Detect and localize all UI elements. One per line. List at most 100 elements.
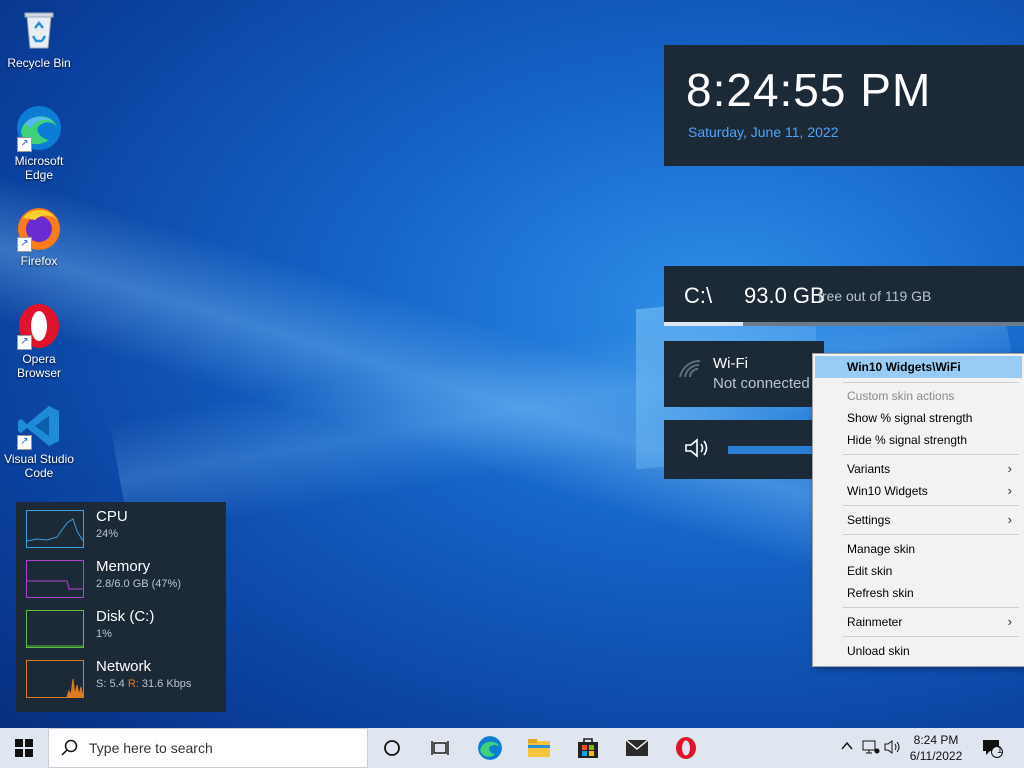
network-value: S: 5.4 R: 31.6 Kbps: [96, 678, 191, 690]
menu-item-label: Variants: [847, 462, 891, 476]
desktop-icon-label: Visual Studio: [4, 452, 74, 466]
perf-row-disk: Disk (C:) 1%: [16, 602, 226, 648]
menu-separator: [843, 607, 1019, 608]
cortana-button[interactable]: [368, 728, 416, 768]
perf-row-network: Network S: 5.4 R: 31.6 Kbps: [16, 652, 226, 698]
shortcut-arrow-icon: ↗: [17, 137, 32, 152]
taskbar-store-button[interactable]: [564, 728, 612, 768]
menu-item-refresh-skin[interactable]: Refresh skin: [815, 582, 1022, 604]
perf-row-memory: Memory 2.8/6.0 GB (47%): [16, 552, 226, 598]
edge-icon: [478, 736, 502, 760]
volume-tray-icon[interactable]: [884, 739, 902, 758]
network-graph: [26, 660, 84, 698]
volume-level-bar[interactable]: [728, 446, 824, 454]
menu-item-skin-title[interactable]: Win10 Widgets\WiFi: [815, 356, 1022, 378]
opera-icon: ↗: [15, 302, 63, 350]
network-recv-value: 31.6 Kbps: [141, 678, 192, 690]
desktop-icon-label: Microsoft: [14, 154, 64, 168]
taskbar-mail-button[interactable]: [613, 728, 661, 768]
disk-graph: [26, 610, 84, 648]
shortcut-arrow-icon: ↗: [17, 237, 32, 252]
menu-item-unload-skin[interactable]: Unload skin: [815, 640, 1022, 662]
mail-icon: [625, 739, 649, 756]
clock-widget[interactable]: 8:24:55 PM Saturday, June 11, 2022: [664, 45, 1024, 166]
shortcut-arrow-icon: ↗: [17, 335, 32, 350]
menu-separator: [843, 505, 1019, 506]
disk-value: 1%: [96, 628, 112, 640]
menu-separator: [843, 454, 1019, 455]
search-icon: [61, 739, 79, 761]
wifi-status: Not connected: [713, 375, 810, 392]
start-button[interactable]: [0, 728, 48, 768]
network-send-value: 5.4: [109, 678, 125, 690]
desktop-icon-label: Edge: [24, 168, 54, 182]
disk-usage-fill: [664, 322, 744, 326]
notification-count: 1: [997, 745, 1003, 756]
desktop-icon-label: Browser: [16, 366, 61, 380]
disk-drive-letter: C:\: [684, 283, 713, 308]
recycle-bin-icon: [15, 6, 63, 54]
taskbar: Type here to search 8:24 PM 6/11/2022 1: [0, 728, 1024, 768]
menu-item-settings[interactable]: Settings ›: [815, 509, 1022, 531]
performance-widget[interactable]: CPU 24% Memory 2.8/6.0 GB (47%) Disk (C:…: [16, 502, 226, 712]
network-tray-icon[interactable]: [862, 739, 880, 758]
menu-separator: [843, 636, 1019, 637]
memory-value: 2.8/6.0 GB (47%): [96, 578, 181, 590]
perf-row-cpu: CPU 24%: [16, 502, 226, 548]
desktop-icon-opera[interactable]: ↗ Opera Browser: [2, 302, 76, 380]
menu-item-label: Settings: [847, 513, 891, 527]
file-explorer-icon: [528, 739, 550, 757]
show-hidden-icons-chevron-icon[interactable]: [840, 739, 854, 756]
desktop-icon-microsoft-edge[interactable]: ↗ Microsoft Edge: [2, 104, 76, 182]
cortana-icon: [384, 740, 400, 756]
desktop-icon-recycle-bin[interactable]: Recycle Bin: [2, 6, 76, 70]
desktop-icon-vscode[interactable]: ↗ Visual Studio Code: [2, 402, 76, 480]
submenu-arrow-icon: ›: [1007, 614, 1012, 629]
menu-item-hide-signal-strength[interactable]: Hide % signal strength: [815, 429, 1022, 451]
desktop-icon-firefox[interactable]: ↗ Firefox: [2, 204, 76, 268]
menu-item-rainmeter[interactable]: Rainmeter ›: [815, 611, 1022, 633]
menu-separator: [843, 382, 1019, 383]
menu-item-variants[interactable]: Variants ›: [815, 458, 1022, 480]
network-send-label: S:: [96, 678, 107, 690]
disk-widget[interactable]: C:\ 93.0 GB free out of 119 GB: [664, 266, 1024, 326]
network-label: Network: [96, 658, 152, 675]
taskbar-search-box[interactable]: Type here to search: [48, 728, 368, 768]
disk-usage-bar: [664, 322, 1024, 326]
search-placeholder: Type here to search: [89, 740, 213, 756]
taskbar-time: 8:24 PM: [913, 733, 959, 747]
volume-widget[interactable]: [664, 420, 824, 479]
wifi-name: Wi-Fi: [713, 355, 748, 372]
desktop-icon-label: Code: [24, 466, 54, 480]
disk-free-caption: free out of 119 GB: [818, 288, 932, 304]
network-recv-label: R:: [127, 678, 139, 690]
submenu-arrow-icon: ›: [1007, 483, 1012, 498]
menu-item-win10-widgets[interactable]: Win10 Widgets ›: [815, 480, 1022, 502]
taskbar-clock[interactable]: 8:24 PM 6/11/2022: [904, 732, 968, 764]
shortcut-arrow-icon: ↗: [17, 435, 32, 450]
menu-item-manage-skin[interactable]: Manage skin: [815, 538, 1022, 560]
taskbar-date: 6/11/2022: [909, 749, 963, 763]
menu-item-custom-skin-actions: Custom skin actions: [847, 389, 955, 403]
skin-context-menu: Win10 Widgets\WiFi Custom skin actions S…: [812, 353, 1024, 667]
memory-label: Memory: [96, 558, 151, 575]
menu-item-label: Win10 Widgets: [847, 484, 928, 498]
menu-item-edit-skin[interactable]: Edit skin: [815, 560, 1022, 582]
submenu-arrow-icon: ›: [1007, 512, 1012, 527]
menu-item-show-signal-strength[interactable]: Show % signal strength: [815, 407, 1022, 429]
task-view-icon: [431, 741, 449, 755]
task-view-button[interactable]: [416, 728, 464, 768]
taskbar-opera-button[interactable]: [662, 728, 710, 768]
action-center-button[interactable]: 1: [970, 728, 1014, 768]
taskbar-file-explorer-button[interactable]: [515, 728, 563, 768]
menu-item-label: Rainmeter: [847, 615, 903, 629]
desktop-icon-label: Recycle Bin: [7, 56, 71, 70]
opera-icon: [676, 737, 696, 759]
wifi-widget[interactable]: Wi-Fi Not connected: [664, 341, 824, 407]
disk-label: Disk (C:): [96, 608, 155, 625]
taskbar-edge-button[interactable]: [466, 728, 514, 768]
system-tray: [838, 728, 902, 768]
clock-time: 8:24:55 PM: [686, 64, 932, 116]
cpu-label: CPU: [96, 508, 128, 525]
memory-graph: [26, 560, 84, 598]
